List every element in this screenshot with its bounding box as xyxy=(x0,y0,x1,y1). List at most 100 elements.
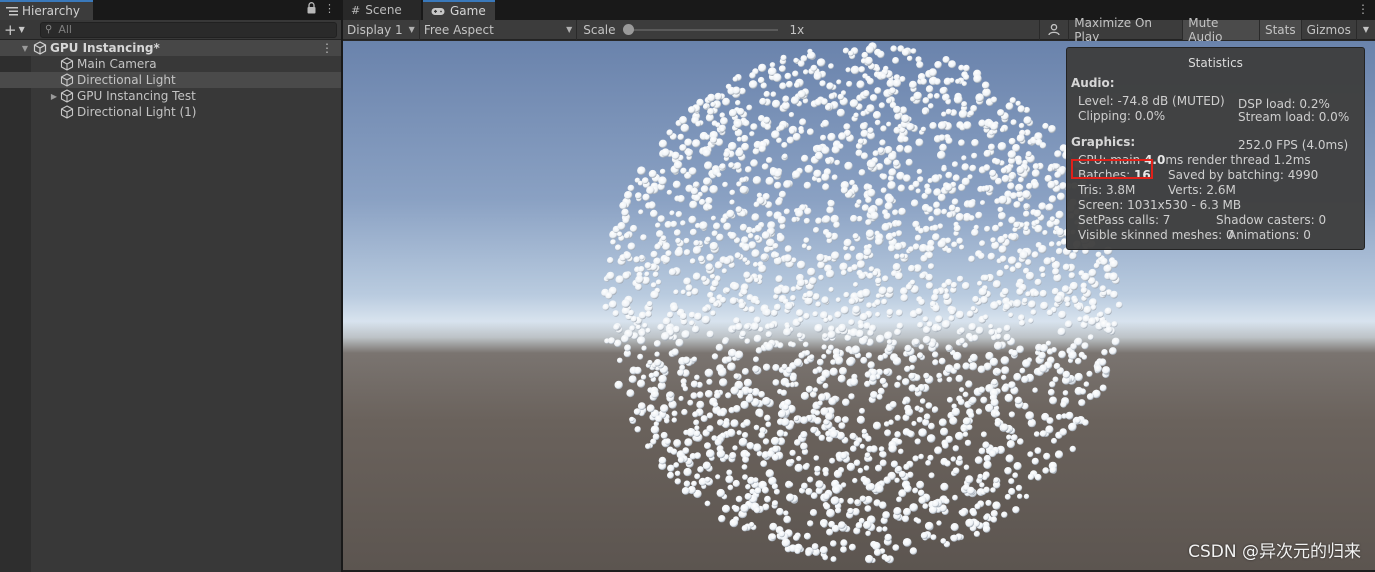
sphere-instance xyxy=(936,520,942,526)
hierarchy-item[interactable]: ▶ GPU Instancing Test xyxy=(0,88,341,104)
sphere-instance xyxy=(1028,318,1034,324)
sphere-instance xyxy=(863,248,872,256)
game-viewport[interactable]: Statistics Audio: Level: -74.8 dB (MUTED… xyxy=(343,41,1375,570)
sphere-instance xyxy=(642,322,648,329)
sphere-instance xyxy=(736,430,742,436)
sphere-instance xyxy=(820,134,827,141)
sphere-instance xyxy=(778,124,785,131)
sphere-instance xyxy=(711,279,719,288)
sphere-instance xyxy=(951,407,960,417)
tab-game[interactable]: Game xyxy=(423,0,495,20)
sphere-instance xyxy=(821,173,830,182)
sphere-instance xyxy=(621,334,629,343)
sphere-instance xyxy=(709,136,718,144)
watermark: CSDN @异次元的归来 xyxy=(1188,542,1361,562)
sphere-instance xyxy=(918,496,927,505)
sphere-instance xyxy=(1004,264,1010,270)
search-input[interactable]: ⚲ All xyxy=(40,21,337,38)
sphere-instance xyxy=(813,227,820,234)
sphere-instance xyxy=(653,340,661,348)
sphere-instance xyxy=(803,312,810,320)
sphere-instance xyxy=(629,224,638,233)
sphere-instance xyxy=(896,439,903,445)
game-kebab-icon[interactable]: ⋮ xyxy=(1357,2,1369,16)
sphere-instance xyxy=(932,351,939,358)
sphere-instance xyxy=(648,169,657,178)
expand-arrow-icon[interactable]: ▼ xyxy=(0,44,33,53)
sphere-instance xyxy=(840,451,848,460)
sphere-instance xyxy=(1068,272,1076,279)
expand-arrow-icon[interactable]: ▶ xyxy=(49,92,59,101)
hierarchy-item[interactable]: Main Camera xyxy=(0,56,341,72)
sphere-instance xyxy=(651,390,659,399)
kebab-icon[interactable]: ⋮ xyxy=(324,2,335,15)
sphere-instance xyxy=(904,145,913,154)
sphere-instance xyxy=(916,168,923,175)
sphere-instance xyxy=(646,186,655,195)
sphere-instance xyxy=(1016,190,1024,198)
sphere-instance xyxy=(1034,219,1040,225)
sphere-instance xyxy=(773,169,782,178)
sphere-instance xyxy=(958,139,965,147)
display-dropdown[interactable]: Display 1 ▼ xyxy=(343,19,420,40)
lock-icon[interactable] xyxy=(307,2,316,14)
sphere-instance xyxy=(953,363,961,371)
sphere-instance xyxy=(855,252,865,262)
sphere-instance xyxy=(624,191,633,200)
sphere-instance xyxy=(761,231,770,240)
sphere-instance xyxy=(923,413,931,421)
sphere-instance xyxy=(1025,271,1035,281)
sphere-instance xyxy=(980,431,987,438)
sphere-instance xyxy=(785,382,791,388)
sphere-instance xyxy=(1058,310,1067,319)
sphere-instance xyxy=(829,457,836,464)
sphere-instance xyxy=(781,418,790,427)
hierarchy-item[interactable]: Directional Light xyxy=(0,72,341,88)
sphere-instance xyxy=(739,330,747,337)
stats-button[interactable]: Stats xyxy=(1258,19,1301,40)
chevron-down-icon: ▼ xyxy=(408,25,415,34)
sphere-instance xyxy=(1019,250,1029,260)
sphere-instance xyxy=(605,292,613,300)
scale-slider[interactable] xyxy=(622,23,778,35)
tab-hierarchy[interactable]: Hierarchy xyxy=(0,0,93,20)
sphere-instance xyxy=(1049,216,1056,222)
add-button[interactable]: + ▼ xyxy=(4,21,34,39)
sphere-instance xyxy=(832,485,841,494)
scale-slider-handle[interactable] xyxy=(622,23,634,35)
gizmos-button[interactable]: Gizmos xyxy=(1300,19,1356,40)
sphere-instance xyxy=(1062,263,1070,271)
sphere-instance xyxy=(723,256,732,265)
sphere-instance xyxy=(727,362,736,372)
sphere-instance xyxy=(612,310,620,317)
gizmos-dropdown[interactable]: ▼ xyxy=(1355,19,1375,40)
sphere-instance xyxy=(962,391,969,398)
mute-audio-button[interactable]: Mute Audio xyxy=(1182,16,1259,44)
sphere-instance xyxy=(679,312,687,320)
sphere-instance xyxy=(875,277,882,285)
sphere-instance xyxy=(1001,374,1007,381)
sphere-instance xyxy=(688,215,697,224)
sphere-instance xyxy=(1027,473,1035,481)
sphere-instance xyxy=(728,232,737,240)
sphere-instance xyxy=(1039,289,1047,298)
sphere-instance xyxy=(691,356,698,362)
maximize-on-play-button[interactable]: Maximize On Play xyxy=(1068,16,1182,44)
audio-listener-button[interactable] xyxy=(1039,19,1068,40)
sphere-instance xyxy=(906,123,915,131)
tab-scene[interactable]: # Scene xyxy=(343,0,421,20)
sphere-instance xyxy=(1048,125,1056,133)
sphere-instance xyxy=(1074,357,1082,365)
scene-menu-kebab-icon[interactable]: ⋮ xyxy=(321,41,333,55)
sphere-instance xyxy=(840,269,847,276)
sphere-instance xyxy=(1038,351,1046,360)
sphere-instance xyxy=(948,204,956,212)
scene-root-row[interactable]: ▼ GPU Instancing* ⋮ xyxy=(0,40,341,56)
sphere-instance xyxy=(874,237,883,246)
sphere-instance xyxy=(896,496,902,503)
sphere-instance xyxy=(970,306,976,312)
hierarchy-item[interactable]: Directional Light (1) xyxy=(0,104,341,120)
aspect-dropdown[interactable]: Free Aspect ▼ xyxy=(420,19,578,40)
sphere-instance xyxy=(850,65,860,75)
sphere-instance xyxy=(859,313,868,321)
